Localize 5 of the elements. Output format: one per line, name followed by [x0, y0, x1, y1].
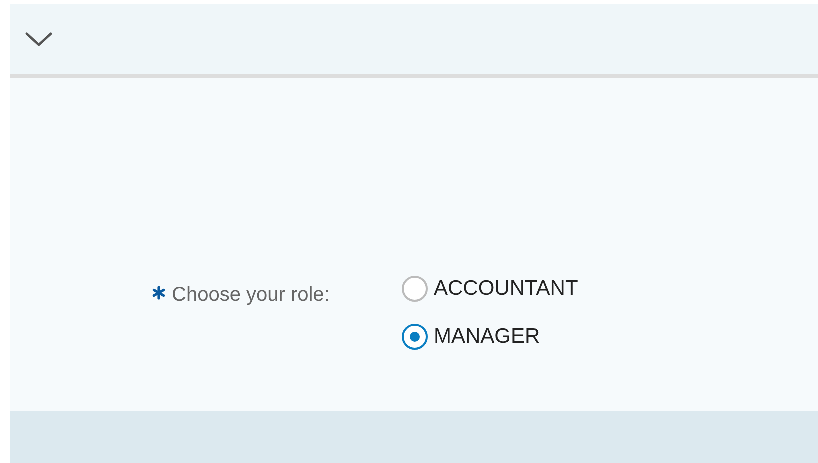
radio-option[interactable]: ACCOUNTANT	[402, 276, 578, 302]
radio-option[interactable]: MANAGER	[402, 324, 578, 350]
field-label: Choose your role:	[172, 284, 330, 307]
radio-button[interactable]	[402, 324, 428, 350]
radio-button[interactable]	[402, 276, 428, 302]
